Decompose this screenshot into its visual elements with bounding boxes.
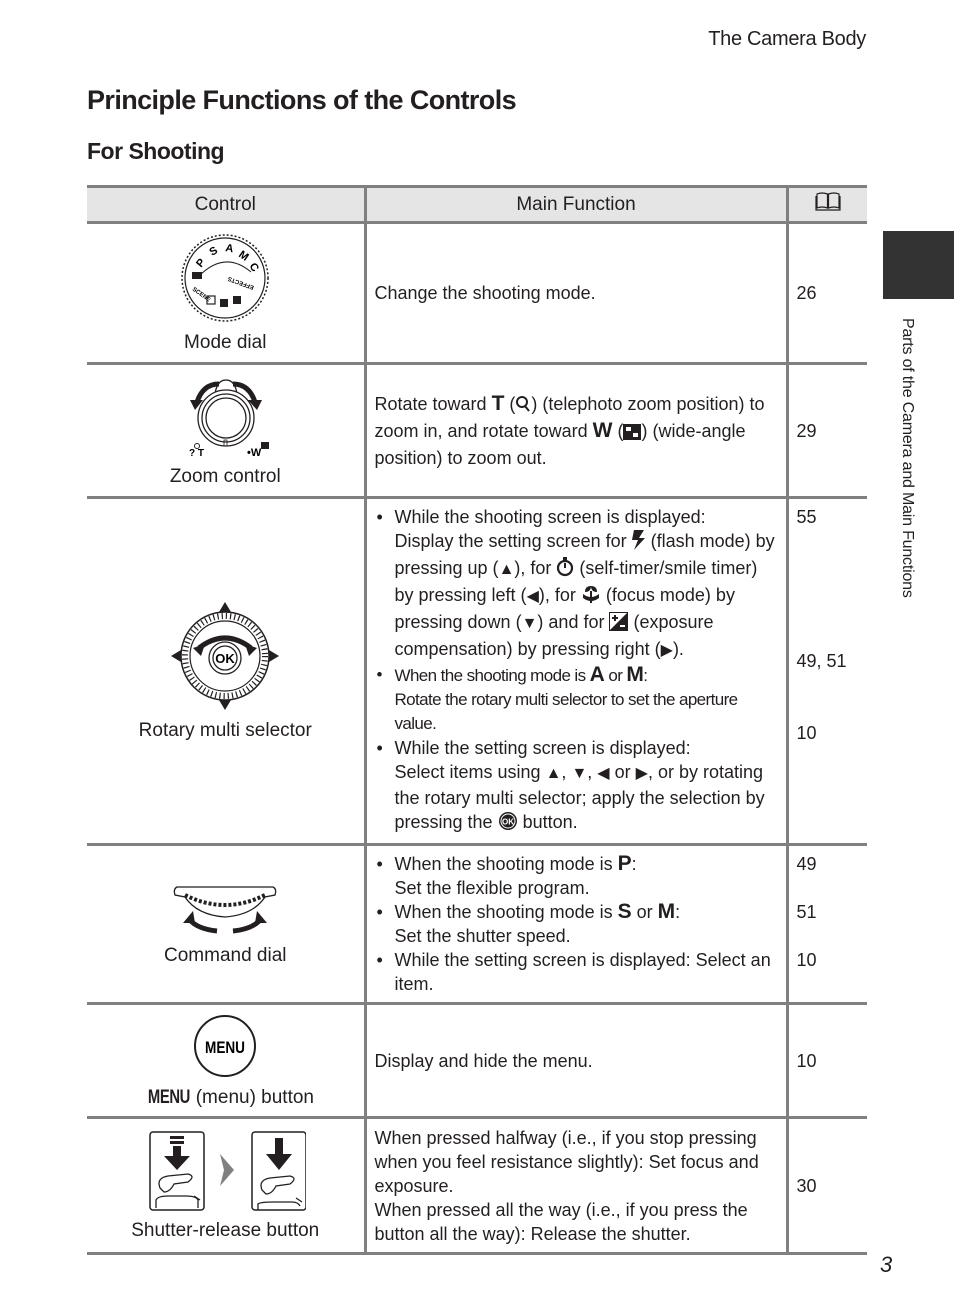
self-timer-icon — [556, 557, 574, 583]
function-bullet: While the setting screen is displayed: S… — [375, 948, 778, 996]
up-arrow-icon: ▲ — [498, 561, 515, 578]
function-bullet: When the shooting mode is P: Set the fle… — [375, 852, 778, 900]
chapter-tab — [883, 231, 954, 299]
menu-button-text: MENU — [205, 1038, 245, 1057]
page-reference: 30 — [787, 1116, 867, 1255]
down-arrow — [219, 700, 232, 710]
function-bullet: While the shooting screen is displayed: … — [375, 505, 778, 663]
control-name: Shutter-release button — [131, 1219, 320, 1241]
menu-symbol: MENU — [148, 1086, 191, 1108]
chapter-side-label: Parts of the Camera and Main Functions — [899, 318, 916, 598]
svg-text:•W: •W — [247, 447, 262, 458]
right-arrow — [269, 650, 280, 662]
page-reference: 51 — [796, 902, 817, 922]
exposure-compensation-icon — [609, 612, 629, 637]
control-name: Zoom control — [169, 465, 281, 487]
left-arrow-icon: ◀ — [597, 765, 610, 782]
right-arrow-icon: ▶ — [635, 765, 648, 782]
left-arrow — [171, 650, 182, 662]
function-text: Change the shooting mode. — [365, 221, 789, 365]
dial-mark-p: P — [194, 257, 208, 270]
page-reference: 26 — [787, 221, 867, 365]
table-row: OK Rotary multi selector While the shoot… — [87, 496, 867, 846]
zoom-control-icon: ? T •W — [175, 374, 275, 464]
book-icon — [815, 192, 841, 216]
section-title: For Shooting — [87, 138, 225, 164]
control-name: Command dial — [164, 945, 287, 966]
mode-a-symbol: A — [589, 663, 605, 686]
right-arrow-icon: ▶ — [660, 642, 673, 659]
page-title: Principle Functions of the Controls — [87, 85, 517, 115]
ok-button-icon: OK — [498, 811, 518, 837]
page-reference: 49 — [796, 854, 817, 874]
function-text: When pressed halfway (i.e., if you stop … — [365, 1116, 789, 1255]
mode-m-symbol: M — [657, 900, 676, 923]
column-header-control: Control — [87, 185, 367, 224]
function-text: When the shooting mode is P: Set the fle… — [365, 843, 789, 1005]
page-reference: 55 — [796, 507, 817, 527]
page-reference: 49, 51 — [796, 651, 847, 671]
column-header-page-reference — [787, 185, 867, 224]
running-header: The Camera Body — [708, 28, 866, 50]
table-row: Shutter-release button When pressed half… — [87, 1116, 867, 1255]
wide-w-symbol: W — [592, 418, 613, 442]
svg-text:OK: OK — [502, 818, 514, 827]
rotary-multi-selector-icon: OK — [169, 600, 281, 718]
dial-mark-c: C — [247, 261, 261, 274]
table-row: ? T •W Zoom control Rotate toward T () (… — [87, 362, 867, 499]
function-bullet: When the shooting mode is A or M: Rotate… — [375, 663, 778, 736]
dial-mark-effects: EFFECTS — [227, 275, 255, 290]
mode-m-symbol: M — [626, 663, 644, 686]
telephoto-t-symbol: T — [491, 391, 505, 415]
page-reference: 29 — [787, 362, 867, 499]
controls-table: Control Main Function P S A M C SCENE EF… — [87, 185, 867, 1255]
down-arrow-icon: ▼ — [521, 615, 538, 632]
function-bullet: When the shooting mode is S or M: Set th… — [375, 900, 778, 948]
flash-mode-icon — [631, 530, 646, 556]
page-number: 3 — [880, 1252, 893, 1277]
camera-mode-icon — [192, 272, 203, 279]
next-step-arrow — [220, 1153, 235, 1186]
magnifier-icon — [515, 395, 531, 419]
function-text: While the shooting screen is displayed: … — [365, 496, 789, 846]
table-row: MENU MENU (menu) button Display and hide… — [87, 1002, 867, 1119]
mode-s-symbol: S — [617, 900, 632, 923]
up-arrow — [219, 602, 232, 612]
command-dial-icon — [169, 881, 281, 943]
shutter-release-icon — [144, 1130, 307, 1218]
function-text: Rotate toward T () (telephoto zoom posit… — [365, 362, 789, 499]
menu-button-icon: MENU — [192, 1013, 258, 1085]
thumbnail-grid-icon — [623, 422, 642, 446]
svg-text:? T: ? T — [189, 448, 204, 458]
control-name: Rotary multi selector — [138, 720, 312, 741]
mode-dial-icon: P S A M C SCENE EFFECTS — [179, 232, 271, 330]
dial-mark-scene: SCENE — [191, 287, 211, 304]
table-row: Command dial When the shooting mode is P… — [87, 843, 867, 1005]
dial-mark-s: S — [208, 245, 220, 259]
control-name: Mode dial — [184, 332, 267, 353]
control-name: MENU (menu) button — [148, 1086, 315, 1108]
function-text: Display and hide the menu. — [365, 1002, 789, 1119]
page-reference: 10 — [787, 1002, 867, 1119]
function-bullet: While the setting screen is displayed: S… — [375, 736, 778, 837]
table-header-row: Control Main Function — [87, 185, 867, 224]
dial-mark-m: M — [237, 249, 251, 264]
page-reference: 10 — [796, 723, 817, 743]
left-arrow-icon: ◀ — [526, 588, 539, 605]
focus-mode-icon — [581, 584, 601, 610]
page-reference: 10 — [796, 950, 817, 970]
mode-p-symbol: P — [617, 852, 632, 875]
up-arrow-icon: ▲ — [545, 765, 562, 782]
table-row: P S A M C SCENE EFFECTS Mode dial Change… — [87, 221, 867, 365]
down-arrow-icon: ▼ — [571, 765, 588, 782]
ok-button-label: OK — [216, 651, 236, 666]
dial-mark-a: A — [225, 242, 235, 255]
column-header-main-function: Main Function — [365, 185, 789, 224]
